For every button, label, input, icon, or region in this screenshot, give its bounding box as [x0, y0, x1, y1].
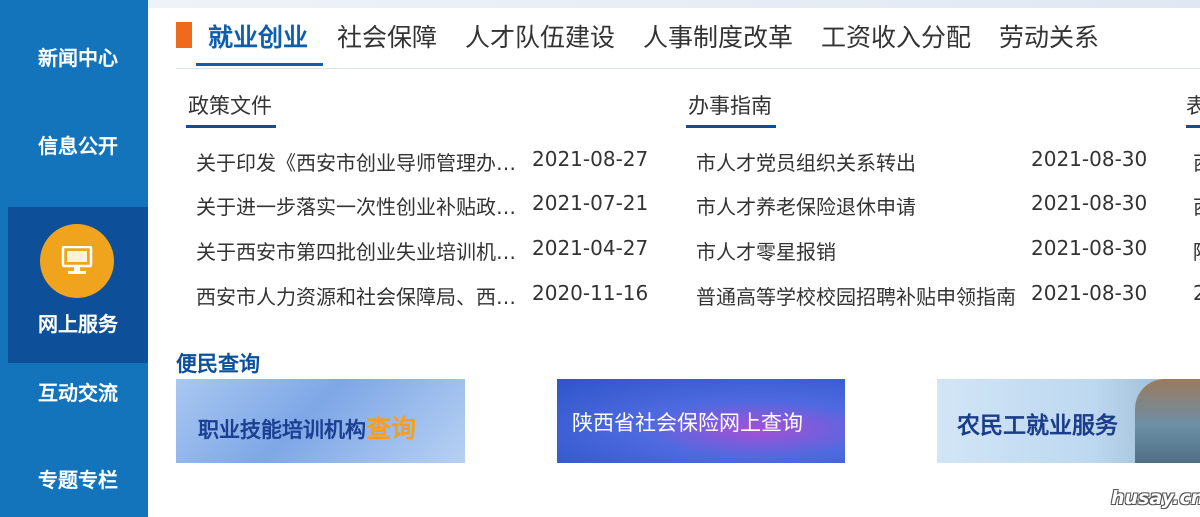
sidebar-item-interaction[interactable]: 互动交流 — [8, 377, 148, 406]
item-title[interactable]: 西 — [1193, 151, 1200, 175]
item-title[interactable]: 市人才党员组织关系转出 — [696, 147, 1026, 176]
tab-employment[interactable]: 就业创业 — [208, 18, 308, 54]
item-title[interactable]: 2 — [1193, 281, 1200, 305]
banner-main-text: 职业技能培训机构 — [198, 418, 366, 442]
item-date: 2020-11-16 — [532, 281, 649, 305]
category-tabs: 就业创业 社会保障 人才队伍建设 人事制度改革 工资收入分配 劳动关系 — [176, 18, 1200, 68]
banner-text: 职业技能培训机构查询 — [198, 409, 416, 445]
tab-social-security[interactable]: 社会保障 — [337, 18, 437, 54]
banner-training-query[interactable]: 职业技能培训机构查询 — [176, 379, 465, 463]
banner-text: 陕西省社会保险网上查询 — [572, 411, 803, 435]
tab-labor-relations[interactable]: 劳动关系 — [999, 18, 1099, 54]
item-title[interactable]: 关于西安市第四批创业失业培训机构名单的公示 — [196, 236, 526, 265]
sidebar-item-news[interactable]: 新闻中心 — [8, 42, 148, 71]
banner-migrant-worker-service[interactable]: 农民工就业服务 — [937, 379, 1200, 463]
tab-wage[interactable]: 工资收入分配 — [821, 18, 971, 54]
section-heading-convenience: 便民查询 — [176, 352, 260, 376]
sidebar-nav: 新闻中心 信息公开 网上服务 互动交流 专题专栏 — [0, 0, 148, 517]
worker-illustration — [1135, 379, 1200, 463]
item-title[interactable]: 西安市人力资源和社会保障局、西安市财政局关于 — [196, 281, 526, 310]
item-title[interactable]: 关于进一步落实一次性创业补贴政策的通知 — [196, 191, 526, 220]
sidebar-item-label: 网上服务 — [38, 312, 118, 336]
section-heading-forms[interactable]: 表 — [1186, 90, 1200, 120]
heading-underline — [186, 125, 276, 128]
list-item[interactable]: 陕 — [1193, 236, 1200, 265]
item-title[interactable]: 西 — [1193, 195, 1200, 219]
tab-talent[interactable]: 人才队伍建设 — [465, 18, 615, 54]
list-item[interactable]: 2 — [1193, 281, 1200, 305]
tab-marker — [176, 22, 192, 48]
item-title[interactable]: 陕 — [1193, 240, 1200, 264]
sidebar-item-online-service[interactable]: 网上服务 — [8, 207, 148, 363]
divider — [176, 68, 1200, 69]
top-strip — [148, 0, 1200, 8]
item-date: 2021-08-30 — [1031, 191, 1148, 215]
section-heading-policy[interactable]: 政策文件 — [188, 90, 272, 120]
sidebar-item-topics[interactable]: 专题专栏 — [8, 464, 148, 493]
computer-icon — [40, 224, 114, 298]
list-item[interactable]: 西 — [1193, 147, 1200, 176]
item-date: 2021-08-30 — [1031, 281, 1148, 305]
item-date: 2021-08-27 — [532, 147, 649, 171]
item-title[interactable]: 关于印发《西安市创业导师管理办法》的通知 — [196, 147, 526, 176]
heading-underline — [1186, 125, 1200, 128]
watermark: husay.cn — [1111, 487, 1200, 509]
list-item[interactable]: 西 — [1193, 191, 1200, 220]
tab-active-underline — [196, 63, 323, 66]
tab-personnel-reform[interactable]: 人事制度改革 — [643, 18, 793, 54]
item-title[interactable]: 市人才养老保险退休申请 — [696, 191, 1026, 220]
banner-social-insurance-query[interactable]: 陕西省社会保险网上查询 — [557, 379, 845, 463]
heading-underline — [686, 125, 776, 128]
banner-highlight-text: 查询 — [366, 414, 417, 443]
section-heading-guide[interactable]: 办事指南 — [688, 90, 772, 120]
sidebar-item-info-public[interactable]: 信息公开 — [8, 130, 148, 159]
item-title[interactable]: 普通高等学校校园招聘补贴申领指南 — [696, 281, 1026, 310]
item-date: 2021-08-30 — [1031, 147, 1148, 171]
banner-text: 农民工就业服务 — [957, 413, 1118, 439]
item-title[interactable]: 市人才零星报销 — [696, 236, 1026, 265]
item-date: 2021-04-27 — [532, 236, 649, 260]
item-date: 2021-08-30 — [1031, 236, 1148, 260]
item-date: 2021-07-21 — [532, 191, 649, 215]
